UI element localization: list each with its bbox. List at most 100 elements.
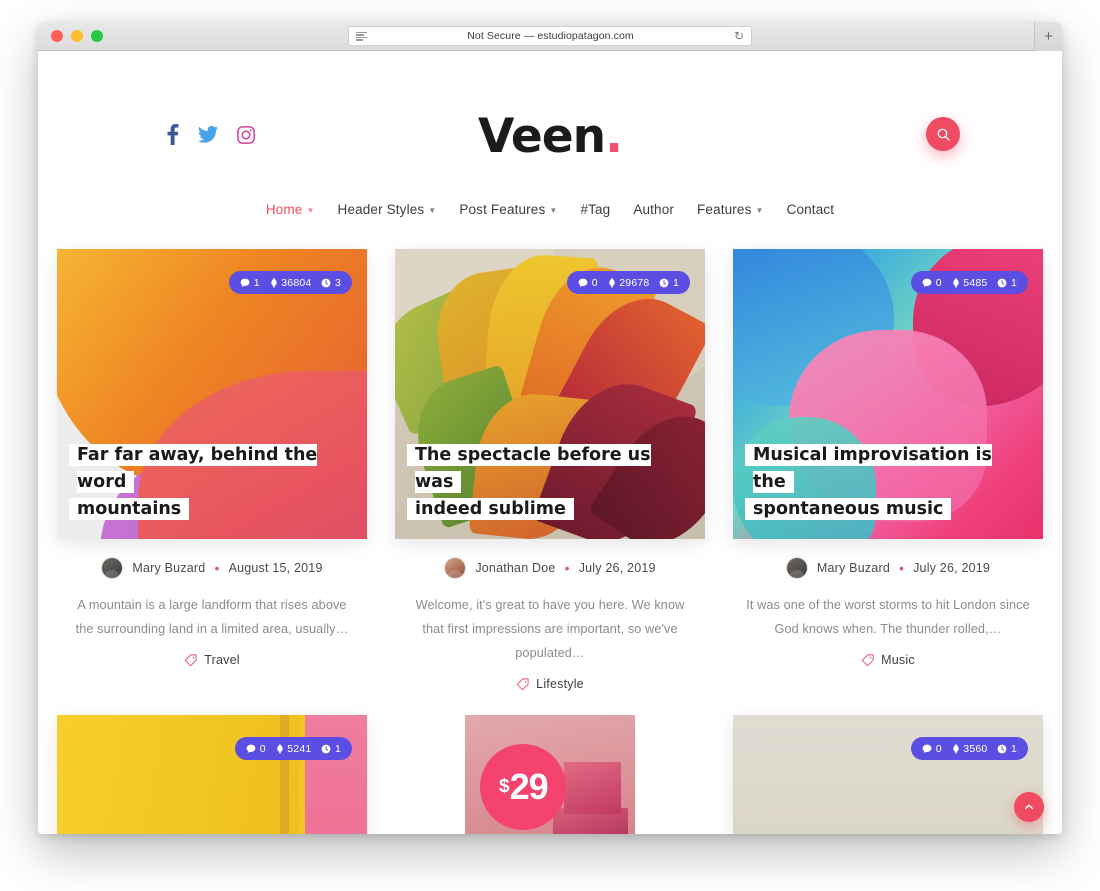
post-thumbnail[interactable]: 0 29678 1 The spectacle before us was in… <box>395 249 705 539</box>
clock-icon <box>998 744 1007 754</box>
logo-text: Veen <box>478 109 606 164</box>
url-text: Not Secure — estudiopatagon.com <box>467 30 634 42</box>
post-card[interactable]: 0 3560 1 <box>733 715 1043 834</box>
post-thumbnail[interactable]: 0 5241 1 <box>57 715 367 834</box>
post-card[interactable]: 1 36804 3 Far far away, behind the word <box>57 249 367 691</box>
post-title-line: Musical improvisation is the <box>753 443 992 493</box>
views-stat: 29678 <box>608 277 650 289</box>
chevron-down-icon: ▼ <box>755 205 764 215</box>
meta-separator: • <box>898 560 905 576</box>
post-thumbnail[interactable]: 1 36804 3 Far far away, behind the word <box>57 249 367 539</box>
comment-stat: 0 <box>922 743 942 755</box>
nav-label: Home <box>265 201 303 217</box>
post-stats-badge: 1 36804 3 <box>229 271 352 294</box>
post-meta: Mary Buzard • August 15, 2019 <box>57 557 367 579</box>
post-title[interactable]: The spectacle before us was indeed subli… <box>415 442 677 523</box>
comment-count: 0 <box>259 742 266 755</box>
site-logo[interactable]: Veen. <box>38 113 1062 160</box>
comment-count: 0 <box>935 276 942 289</box>
post-date: August 15, 2019 <box>228 561 323 575</box>
clock-icon <box>322 278 331 287</box>
post-author[interactable]: Jonathan Doe <box>475 561 555 575</box>
avatar <box>444 557 467 579</box>
scroll-to-top-button[interactable] <box>1014 792 1044 822</box>
post-date: July 26, 2019 <box>578 561 656 575</box>
avatar <box>101 557 124 579</box>
view-count: 5485 <box>963 276 988 289</box>
tag-icon <box>516 678 529 691</box>
readtime-stat: 3 <box>321 277 341 289</box>
reader-view-icon[interactable] <box>356 31 367 41</box>
post-meta: Mary Buzard • July 26, 2019 <box>733 557 1043 579</box>
comment-count: 1 <box>253 276 260 289</box>
post-image-yellow-wall <box>57 715 367 834</box>
post-tag-label: Music <box>881 653 915 668</box>
nav-item-author[interactable]: Author <box>633 202 674 217</box>
ad-thumbnail[interactable]: $29 Flash Sale! <box>395 715 705 834</box>
post-author[interactable]: Mary Buzard <box>132 561 205 575</box>
ad-banner[interactable]: $29 Flash Sale! <box>395 715 705 834</box>
close-window-button[interactable] <box>51 30 63 42</box>
nav-item-tag[interactable]: #Tag <box>580 202 610 217</box>
nav-item-post-features[interactable]: Post Features ▼ <box>459 202 557 217</box>
post-title[interactable]: Far far away, behind the word mountains <box>77 442 339 523</box>
minimize-window-button[interactable] <box>71 30 83 42</box>
readtime-stat: 1 <box>997 743 1017 755</box>
nav-item-header-styles[interactable]: Header Styles ▼ <box>338 202 437 217</box>
comment-icon <box>240 278 250 287</box>
search-button[interactable] <box>926 117 960 151</box>
nav-label: Header Styles <box>337 201 425 217</box>
chevron-down-icon: ▼ <box>549 205 558 215</box>
post-card[interactable]: 0 5241 1 <box>57 715 367 834</box>
clock-icon <box>322 744 331 754</box>
view-count: 36804 <box>281 276 312 289</box>
comment-stat: 0 <box>578 277 598 289</box>
address-bar[interactable]: Not Secure — estudiopatagon.com ↻ <box>348 26 752 46</box>
chevron-down-icon: ▼ <box>306 205 315 215</box>
post-thumbnail[interactable]: 0 3560 1 <box>733 715 1043 834</box>
post-title[interactable]: Musical improvisation is the spontaneous… <box>753 442 1015 523</box>
ad-price-currency: $ <box>498 776 510 798</box>
post-thumbnail[interactable]: 0 5485 1 Musical improvisation is the sp… <box>733 249 1043 539</box>
post-tag[interactable]: Travel <box>57 653 367 667</box>
post-title-line: Far far away, behind the word <box>77 443 318 493</box>
post-excerpt: A mountain is a large landform that rise… <box>75 598 349 637</box>
meta-separator: • <box>564 560 570 576</box>
post-title-line: spontaneous music <box>753 497 944 520</box>
views-stat: 5241 <box>276 743 312 755</box>
post-card[interactable]: 0 29678 1 The spectacle before us was in… <box>395 249 705 691</box>
readtime-stat: 1 <box>997 277 1017 289</box>
post-author[interactable]: Mary Buzard <box>817 561 890 575</box>
tag-icon <box>861 654 874 666</box>
clock-icon <box>660 278 669 287</box>
comment-stat: 1 <box>240 277 260 289</box>
views-stat: 3560 <box>952 743 988 755</box>
nav-item-features[interactable]: Features ▼ <box>697 202 764 217</box>
comment-count: 0 <box>935 742 942 755</box>
avatar <box>785 557 808 579</box>
readtime-count: 1 <box>1010 276 1017 289</box>
post-tag[interactable]: Lifestyle <box>395 677 705 691</box>
ad-image-flash-sale: $29 Flash Sale! <box>465 715 635 834</box>
flame-icon <box>953 277 959 288</box>
post-excerpt: It was one of the worst storms to hit Lo… <box>746 598 1030 637</box>
post-image-hanging-leaves <box>733 715 1043 834</box>
nav-item-home[interactable]: Home ▼ <box>266 202 315 217</box>
post-title-line: indeed sublime <box>415 497 566 520</box>
post-tag[interactable]: Music <box>733 653 1043 667</box>
nav-item-contact[interactable]: Contact <box>787 202 835 217</box>
post-tag-label: Travel <box>204 653 240 668</box>
post-tag-label: Lifestyle <box>536 677 584 692</box>
nav-label: #Tag <box>580 201 611 217</box>
comment-stat: 0 <box>246 743 266 755</box>
flame-icon <box>609 277 615 288</box>
new-tab-button[interactable]: + <box>1034 22 1062 51</box>
zoom-window-button[interactable] <box>91 30 103 42</box>
post-card[interactable]: 0 5485 1 Musical improvisation is the sp… <box>733 249 1043 691</box>
post-date: July 26, 2019 <box>913 561 991 575</box>
reload-icon[interactable]: ↻ <box>734 30 744 42</box>
browser-window: Not Secure — estudiopatagon.com ↻ + Veen… <box>38 22 1062 834</box>
post-stats-badge: 0 3560 1 <box>911 737 1028 761</box>
readtime-count: 1 <box>672 276 679 289</box>
view-count: 3560 <box>963 742 988 755</box>
